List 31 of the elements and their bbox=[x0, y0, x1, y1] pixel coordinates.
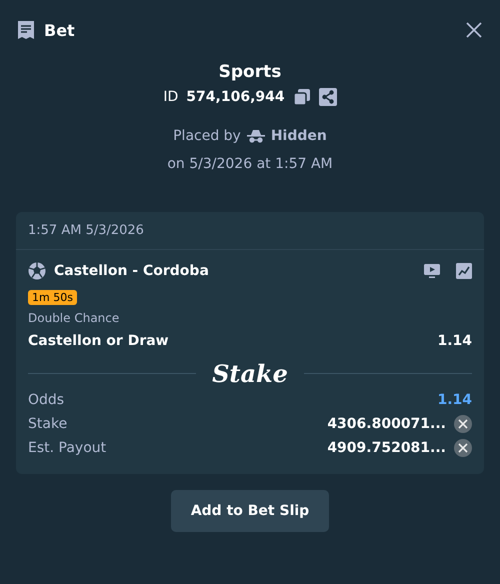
odds-value: 1.14 bbox=[437, 392, 472, 408]
market-name: Double Chance bbox=[28, 311, 120, 325]
x-coin-icon bbox=[454, 415, 472, 433]
bet-id: 574,106,944 bbox=[186, 89, 285, 105]
row-label: Odds bbox=[28, 392, 64, 408]
row-label: Est. Payout bbox=[28, 440, 106, 456]
tv-play-icon[interactable] bbox=[424, 264, 440, 278]
receipt-icon bbox=[16, 20, 36, 40]
spy-icon bbox=[246, 129, 265, 143]
amount-value: 4306.800071... bbox=[327, 416, 446, 432]
add-to-bet-slip-button[interactable]: Add to Bet Slip bbox=[170, 490, 330, 532]
selection-odds: 1.14 bbox=[437, 333, 472, 349]
card-timestamp: 1:57 AM 5/3/2026 bbox=[16, 212, 484, 250]
timer-badge: 1m 50s bbox=[28, 290, 77, 305]
placed-by-label: Placed by bbox=[173, 128, 241, 144]
soccer-ball-icon bbox=[28, 262, 46, 280]
user-name: Hidden bbox=[270, 128, 327, 144]
placed-date: on 5/3/2026 at 1:57 AM bbox=[167, 156, 333, 172]
bet-category: Sports bbox=[218, 62, 282, 82]
amount-value: 4909.752081... bbox=[327, 440, 446, 456]
close-button[interactable] bbox=[464, 20, 484, 40]
selection-name: Castellon or Draw bbox=[28, 333, 169, 349]
trend-chart-icon[interactable] bbox=[456, 263, 472, 279]
x-coin-icon bbox=[454, 439, 472, 457]
event-name: Castellon - Cordoba bbox=[54, 263, 210, 279]
row-label: Stake bbox=[28, 416, 68, 432]
copy-button[interactable] bbox=[292, 88, 311, 106]
share-button[interactable] bbox=[318, 88, 337, 106]
dialog-title: Bet bbox=[44, 20, 76, 40]
id-label: ID bbox=[163, 89, 178, 105]
brand-logo: Stake bbox=[212, 359, 288, 388]
